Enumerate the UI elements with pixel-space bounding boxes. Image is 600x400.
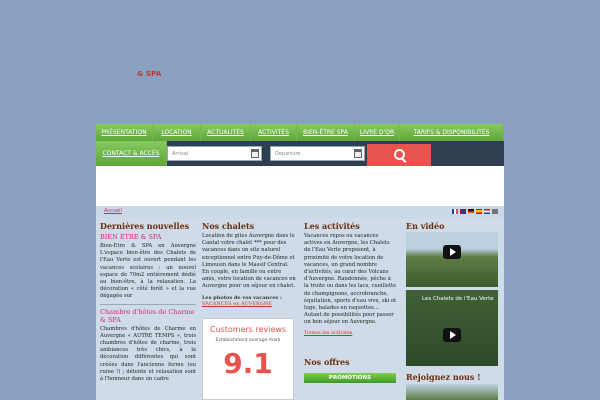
social-image[interactable] <box>406 384 498 400</box>
flag-fr-icon[interactable] <box>452 209 458 214</box>
departure-placeholder: Departure <box>275 150 301 157</box>
departure-date-input[interactable]: Departure <box>270 146 365 161</box>
join-heading: Rejoignez nous ! <box>406 372 481 382</box>
flag-de-icon[interactable] <box>468 209 474 214</box>
video-player-2[interactable]: Les Chalets de l'Eau Verte <box>406 290 498 366</box>
all-activities-link[interactable]: Toutes les activités <box>304 330 397 336</box>
nav-item-actualites[interactable]: Actualités <box>201 124 251 141</box>
reviews-widget[interactable]: Customers reviews Establishment average … <box>202 318 294 400</box>
breadcrumb-home[interactable]: Accueil <box>104 208 122 214</box>
video-heading: En vidéo <box>406 221 445 231</box>
chalets-column: Nos chalets Location de gites Auvergne d… <box>202 218 296 400</box>
availability-search: Arrival Departure <box>167 144 504 166</box>
video-player-1[interactable] <box>406 232 498 287</box>
search-button[interactable] <box>367 144 431 166</box>
news-item-text: Chambres d'hôtes de Charme en Auvergne «… <box>100 325 196 383</box>
nav-row-2: Contact & accès <box>96 141 167 166</box>
activities-column: Les activités Vacances repos ou vacances… <box>304 218 397 400</box>
offers-heading: Nos offres <box>304 357 350 367</box>
nav-item-presentation[interactable]: Présentation <box>96 124 153 141</box>
activities-heading: Les activités <box>304 221 360 231</box>
nav-item-contact[interactable]: Contact & accès <box>96 141 167 166</box>
nav-item-bien-etre-spa[interactable]: Bien-être Spa <box>297 124 355 141</box>
news-item-title[interactable]: Chambre d'hôtes de Charme & SPA <box>100 308 196 324</box>
flag-es-icon[interactable] <box>476 209 482 214</box>
news-item-title[interactable]: BIEN ETRE & SPA <box>100 233 196 241</box>
divider <box>100 303 196 305</box>
chalets-text: Location de gites Auvergne dans le Canta… <box>202 233 296 290</box>
nav-item-tarifs[interactable]: Tarifs & Disponibilités <box>400 124 504 141</box>
flag-uk-icon[interactable] <box>460 209 466 214</box>
accessibility-icon[interactable] <box>492 209 498 214</box>
play-icon[interactable] <box>443 245 461 259</box>
nav-item-location[interactable]: Location <box>153 124 201 141</box>
flag-nl-icon[interactable] <box>484 209 490 214</box>
calendar-icon[interactable] <box>354 149 362 158</box>
promotions-button[interactable]: PROMOTIONS <box>304 373 396 383</box>
reviews-score: 9.1 <box>223 347 273 380</box>
arrival-date-input[interactable]: Arrival <box>167 146 262 161</box>
nav-row-1: Présentation Location Actualités Activit… <box>96 124 504 141</box>
video-column: En vidéo Les Chalets de l'Eau Verte Rejo… <box>406 218 500 400</box>
nav-item-livre-dor[interactable]: Livre d'Or <box>355 124 400 141</box>
video-caption: Les Chalets de l'Eau Verte <box>422 296 494 302</box>
photos-title: Les photos de vos vacances : <box>202 294 282 301</box>
reviews-title: Customers reviews <box>209 325 287 334</box>
search-icon <box>394 149 405 160</box>
activities-text: Vacances repos ou vacances actives en Au… <box>304 233 397 326</box>
chalets-heading: Nos chalets <box>202 221 255 231</box>
arrival-placeholder: Arrival <box>172 150 189 157</box>
banner-area <box>96 166 504 206</box>
news-column: Dernières nouvelles BIEN ETRE & SPA Bien… <box>100 218 196 383</box>
logo-spa-text: & SPA <box>137 70 162 78</box>
reviews-label: Establishment average mark <box>215 338 281 343</box>
breadcrumb-bar: Accueil <box>96 206 504 218</box>
calendar-icon[interactable] <box>251 149 259 158</box>
main-content: Dernières nouvelles BIEN ETRE & SPA Bien… <box>96 218 504 400</box>
news-item-text: Bien-Etre & SPA en Auvergne L'espace bie… <box>100 243 196 300</box>
news-heading: Dernières nouvelles <box>100 221 190 231</box>
play-icon[interactable] <box>443 328 461 342</box>
language-flags <box>452 209 498 214</box>
nav-item-activites[interactable]: Activités <box>251 124 297 141</box>
photos-link[interactable]: VACANCES en AUVERGNE <box>202 301 296 307</box>
